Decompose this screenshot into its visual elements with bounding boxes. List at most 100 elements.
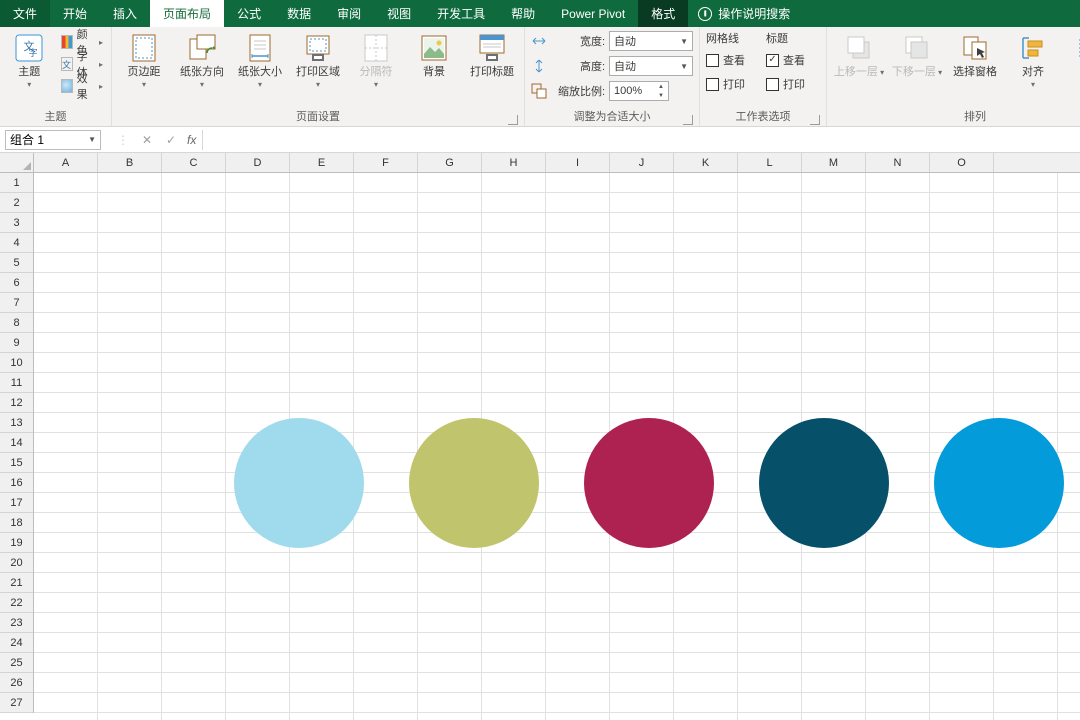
print-titles-button[interactable]: 打印标题 (466, 29, 518, 78)
row-header[interactable]: 12 (0, 393, 33, 413)
row-header[interactable]: 1 (0, 173, 33, 193)
shape-circle[interactable] (934, 418, 1064, 548)
shape-circle[interactable] (584, 418, 714, 548)
shape-circle[interactable] (409, 418, 539, 548)
row-header[interactable]: 23 (0, 613, 33, 633)
tab-formulas[interactable]: 公式 (224, 0, 274, 27)
column-header[interactable]: C (162, 153, 226, 172)
margins-button[interactable]: 页边距▾ (118, 29, 170, 91)
row-header[interactable]: 2 (0, 193, 33, 213)
theme-effects-button[interactable]: 效果 ▸ (59, 75, 106, 97)
row-header[interactable]: 24 (0, 633, 33, 653)
menu-tab-bar: 文件 开始 插入 页面布局 公式 数据 审阅 视图 开发工具 帮助 Power … (0, 0, 1080, 27)
width-icon (531, 33, 547, 49)
name-box[interactable]: 组合 1▼ (5, 130, 101, 150)
selection-pane-button[interactable]: 选择窗格 (949, 29, 1001, 78)
cells-area[interactable] (34, 173, 1080, 720)
tab-data[interactable]: 数据 (274, 0, 324, 27)
sheet-options-dialog-launcher[interactable] (810, 115, 820, 125)
row-header[interactable]: 3 (0, 213, 33, 233)
column-header[interactable]: N (866, 153, 930, 172)
enter-button[interactable]: ✓ (159, 128, 183, 152)
row-header[interactable]: 9 (0, 333, 33, 353)
gridlines-print-checkbox[interactable]: 打印 (706, 74, 760, 94)
gridlines-view-checkbox[interactable]: 查看 (706, 50, 760, 70)
row-header[interactable]: 19 (0, 533, 33, 553)
select-all-corner[interactable] (0, 153, 34, 173)
column-header[interactable]: F (354, 153, 418, 172)
column-header[interactable]: B (98, 153, 162, 172)
gridlines-header: 网格线 (706, 30, 760, 46)
headings-view-checkbox[interactable]: ✓查看 (766, 50, 820, 70)
tab-dev[interactable]: 开发工具 (424, 0, 498, 27)
print-titles-label: 打印标题 (470, 66, 514, 78)
print-area-icon (302, 32, 334, 64)
tab-power-pivot[interactable]: Power Pivot (548, 0, 638, 27)
row-header[interactable]: 8 (0, 313, 33, 333)
row-header[interactable]: 27 (0, 693, 33, 713)
column-header[interactable]: H (482, 153, 546, 172)
row-header[interactable]: 17 (0, 493, 33, 513)
column-header[interactable]: G (418, 153, 482, 172)
size-button[interactable]: 纸张大小▾ (234, 29, 286, 91)
bring-forward-button[interactable]: 上移一层 ▾ (833, 29, 885, 79)
fx-label[interactable]: fx (187, 133, 196, 147)
tell-me[interactable]: 操作说明搜索 (688, 0, 800, 27)
tab-page-layout[interactable]: 页面布局 (150, 0, 224, 27)
column-header[interactable]: D (226, 153, 290, 172)
row-header[interactable]: 6 (0, 273, 33, 293)
row-header[interactable]: 10 (0, 353, 33, 373)
row-header[interactable]: 16 (0, 473, 33, 493)
row-header[interactable]: 25 (0, 653, 33, 673)
row-header[interactable]: 18 (0, 513, 33, 533)
column-header[interactable]: E (290, 153, 354, 172)
headings-print-checkbox[interactable]: 打印 (766, 74, 820, 94)
tab-review[interactable]: 审阅 (324, 0, 374, 27)
row-header[interactable]: 21 (0, 573, 33, 593)
column-header[interactable]: I (546, 153, 610, 172)
shape-circle[interactable] (234, 418, 364, 548)
column-header[interactable]: K (674, 153, 738, 172)
row-header[interactable]: 26 (0, 673, 33, 693)
row-header[interactable]: 5 (0, 253, 33, 273)
column-header[interactable]: A (34, 153, 98, 172)
themes-button[interactable]: 文字 主题▾ (6, 29, 53, 91)
breaks-button[interactable]: 分隔符▾ (350, 29, 402, 91)
print-area-button[interactable]: 打印区域▾ (292, 29, 344, 91)
scale-spinner[interactable]: 100%▲▼ (609, 81, 669, 101)
background-button[interactable]: 背景 (408, 29, 460, 78)
width-select[interactable]: 自动▼ (609, 31, 693, 51)
row-header[interactable]: 15 (0, 453, 33, 473)
tab-home[interactable]: 开始 (50, 0, 100, 27)
row-header[interactable]: 4 (0, 233, 33, 253)
height-select[interactable]: 自动▼ (609, 56, 693, 76)
row-header[interactable]: 7 (0, 293, 33, 313)
column-header[interactable]: J (610, 153, 674, 172)
theme-effects-label: 效果 (77, 70, 95, 102)
formula-input[interactable] (202, 130, 1080, 150)
page-setup-dialog-launcher[interactable] (508, 115, 518, 125)
size-icon (244, 32, 276, 64)
scale-dialog-launcher[interactable] (683, 115, 693, 125)
shape-circle[interactable] (759, 418, 889, 548)
row-header[interactable]: 13 (0, 413, 33, 433)
tab-view[interactable]: 视图 (374, 0, 424, 27)
themes-icon: 文字 (13, 32, 45, 64)
tab-format[interactable]: 格式 (638, 0, 688, 27)
row-header[interactable]: 20 (0, 553, 33, 573)
row-header[interactable]: 14 (0, 433, 33, 453)
column-header[interactable]: M (802, 153, 866, 172)
column-header[interactable]: L (738, 153, 802, 172)
column-header[interactable]: O (930, 153, 994, 172)
row-header[interactable]: 22 (0, 593, 33, 613)
tell-me-label: 操作说明搜索 (718, 5, 790, 22)
group-button[interactable]: 组合▾ (1065, 29, 1080, 91)
cancel-button[interactable]: ✕ (135, 128, 159, 152)
orientation-button[interactable]: 纸张方向▾ (176, 29, 228, 91)
align-button[interactable]: 对齐▾ (1007, 29, 1059, 91)
tab-file[interactable]: 文件 (0, 0, 50, 27)
tab-help[interactable]: 帮助 (498, 0, 548, 27)
tab-insert[interactable]: 插入 (100, 0, 150, 27)
row-header[interactable]: 11 (0, 373, 33, 393)
send-backward-button[interactable]: 下移一层 ▾ (891, 29, 943, 79)
